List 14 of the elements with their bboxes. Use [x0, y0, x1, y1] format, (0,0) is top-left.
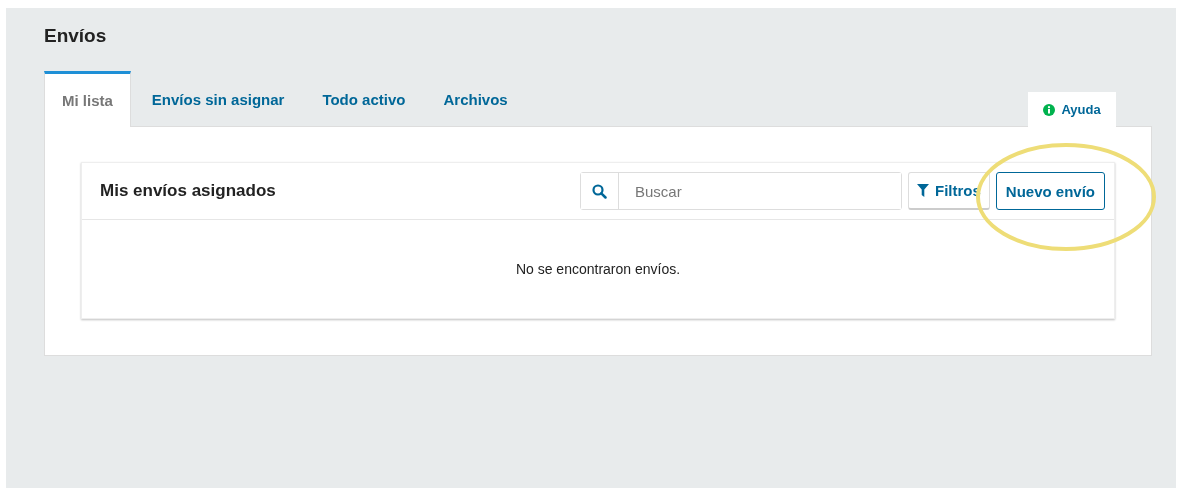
tab[interactable]: Archivos [426, 70, 525, 126]
tab[interactable]: Todo activo [305, 70, 423, 126]
search-icon [591, 183, 607, 199]
info-icon [1043, 103, 1056, 116]
filter-icon [916, 184, 929, 197]
tab[interactable]: Envíos sin asignar [134, 70, 302, 126]
empty-message: No se encontraron envíos. [515, 261, 681, 277]
list-title: Mis envíos asignados [100, 181, 277, 201]
tab[interactable]: Mi lista [44, 71, 131, 127]
page-title: Envíos [44, 24, 108, 48]
search-field[interactable]: Buscar [579, 172, 902, 210]
search-button[interactable] [580, 173, 619, 209]
new-submission-button[interactable]: Nuevo envío [995, 172, 1105, 210]
help-tab[interactable]: Ayuda [1028, 92, 1116, 127]
